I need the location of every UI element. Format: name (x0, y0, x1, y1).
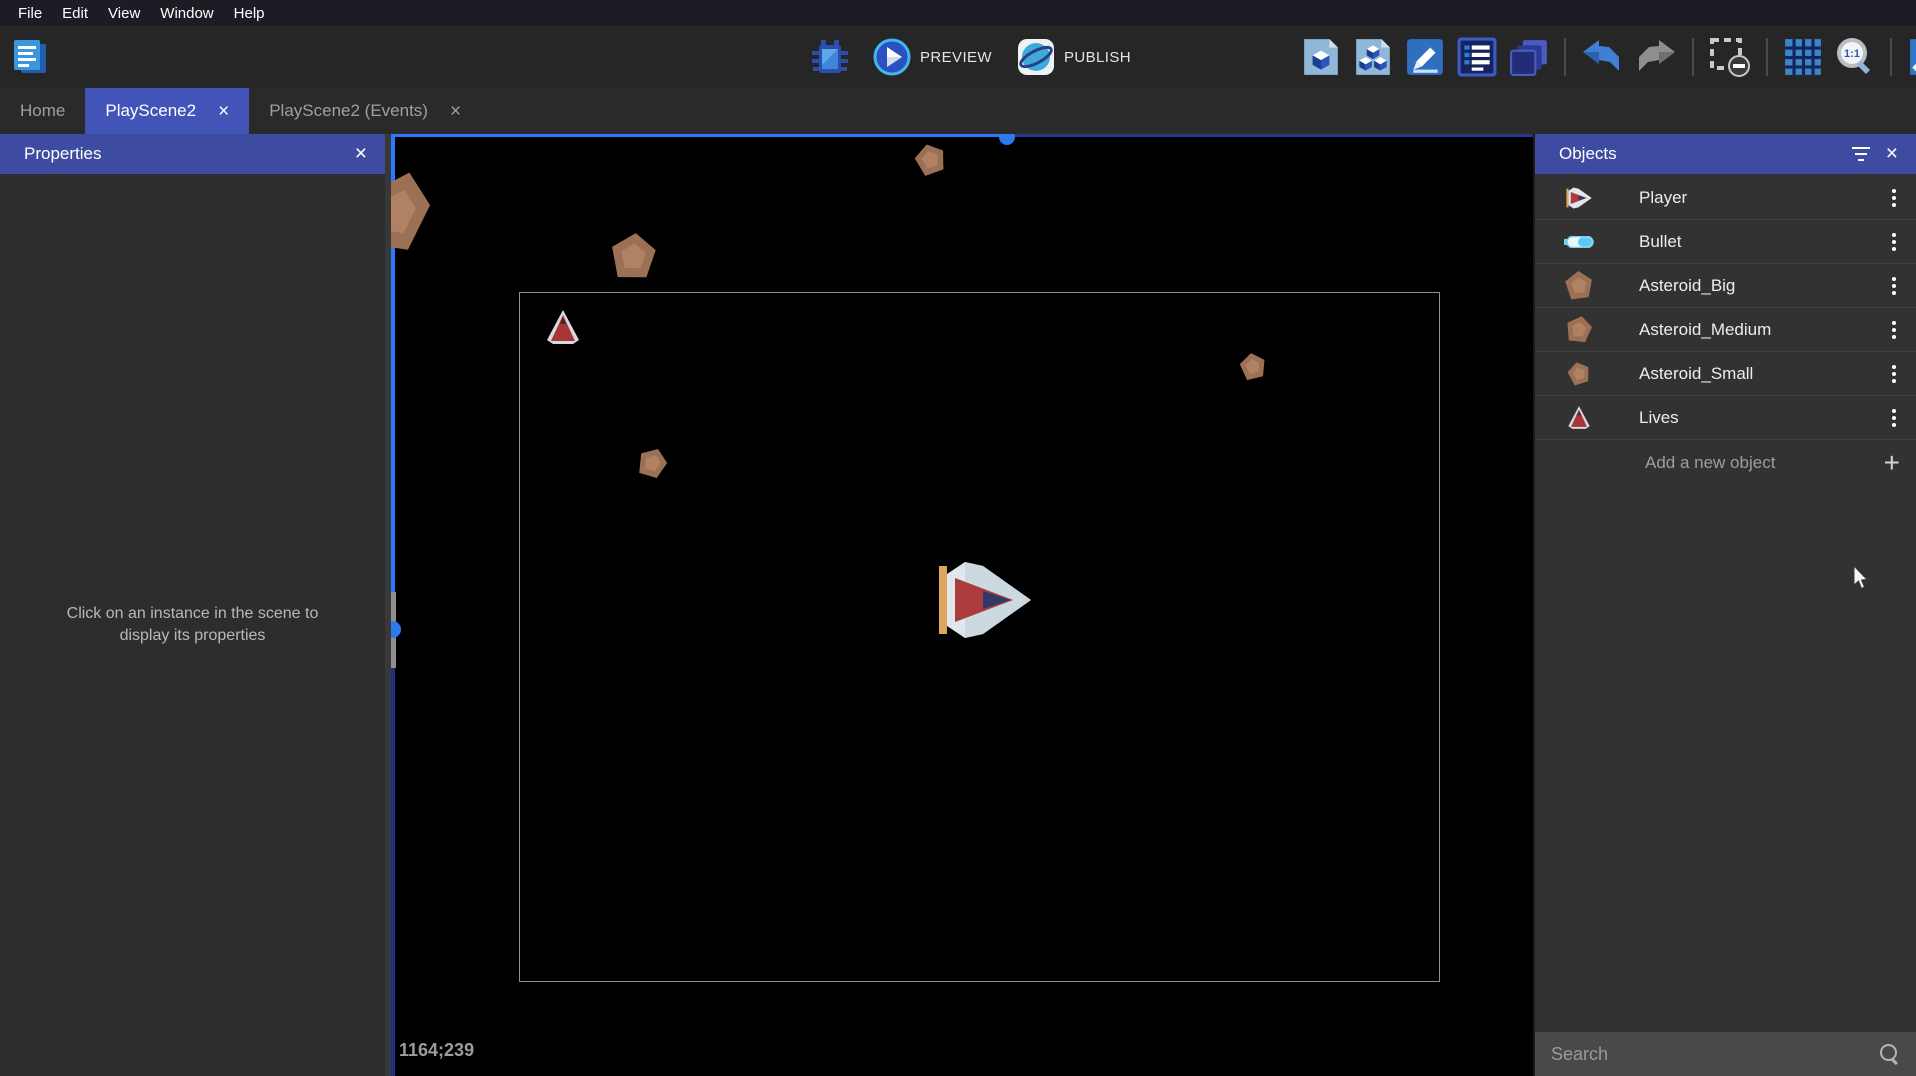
player-ship-icon (1561, 187, 1597, 209)
asteroid-instance[interactable] (391, 163, 442, 261)
properties-empty-message: Click on an instance in the scene to dis… (43, 603, 343, 648)
preview-button[interactable]: PREVIEW (872, 37, 992, 77)
object-menu-icon[interactable] (1888, 361, 1900, 387)
tab-home[interactable]: Home (0, 88, 85, 134)
asteroid-small-icon (1561, 362, 1597, 385)
add-new-object-label: Add a new object (1645, 453, 1775, 473)
play-icon (872, 37, 912, 77)
cursor-coordinates: 1164;239 (399, 1040, 474, 1061)
toolbar-separator (1692, 38, 1694, 76)
object-row-player[interactable]: Player (1535, 176, 1916, 220)
object-menu-icon[interactable] (1888, 229, 1900, 255)
asteroid-instance[interactable] (606, 230, 661, 283)
close-tab-icon[interactable]: × (450, 102, 461, 121)
project-manager-icon[interactable] (10, 36, 50, 78)
close-panel-icon[interactable]: × (355, 142, 367, 166)
object-menu-icon[interactable] (1888, 317, 1900, 343)
publish-label: PUBLISH (1064, 49, 1131, 66)
object-menu-icon[interactable] (1888, 405, 1900, 431)
debugger-tools-icon[interactable] (1907, 37, 1916, 77)
grid-icon[interactable] (1783, 37, 1823, 77)
tab-bar: Home PlayScene2 × PlayScene2 (Events) × (0, 88, 1916, 134)
search-input[interactable] (1551, 1044, 1878, 1065)
svg-text:1:1: 1:1 (1844, 48, 1860, 60)
selection-edge-top (391, 134, 1012, 137)
objects-editor-icon[interactable] (1301, 37, 1341, 77)
object-menu-icon[interactable] (1888, 185, 1900, 211)
object-row-asteroid-medium[interactable]: Asteroid_Medium (1535, 308, 1916, 352)
instances-list-icon[interactable] (1457, 37, 1497, 77)
toolbar-separator (1766, 38, 1768, 76)
search-icon[interactable] (1878, 1043, 1900, 1065)
object-row-asteroid-big[interactable]: Asteroid_Big (1535, 264, 1916, 308)
deselect-icon[interactable] (1709, 37, 1751, 77)
selection-handle-left[interactable] (391, 621, 401, 638)
object-name: Asteroid_Big (1639, 276, 1735, 296)
player-instance[interactable] (939, 560, 1031, 640)
bullet-icon (1561, 236, 1597, 248)
redo-icon[interactable] (1635, 39, 1677, 75)
asteroid-medium-icon (1561, 316, 1597, 343)
objects-search-bar (1535, 1032, 1916, 1076)
object-groups-icon[interactable] (1353, 37, 1393, 77)
mouse-cursor (1853, 566, 1871, 590)
tab-playscene2-events-label: PlayScene2 (Events) (269, 101, 428, 121)
zoom-1-1-icon[interactable]: 1:1 (1835, 37, 1875, 77)
selection-handle-top[interactable] (999, 134, 1015, 145)
asteroid-instance[interactable] (911, 141, 950, 178)
preview-label: PREVIEW (920, 49, 992, 66)
lives-instance[interactable] (545, 310, 581, 344)
object-name: Bullet (1639, 232, 1682, 252)
edit-properties-icon[interactable] (1405, 37, 1445, 77)
close-tab-icon[interactable]: × (218, 102, 229, 121)
debug-icon[interactable] (812, 38, 848, 76)
layers-icon[interactable] (1509, 37, 1549, 77)
properties-panel: Properties × Click on an instance in the… (0, 134, 385, 1076)
menu-bar: File Edit View Window Help (0, 0, 1916, 26)
menu-edit[interactable]: Edit (52, 5, 98, 22)
object-row-asteroid-small[interactable]: Asteroid_Small (1535, 352, 1916, 396)
plus-icon[interactable]: + (1884, 449, 1900, 477)
publish-button[interactable]: PUBLISH (1016, 37, 1131, 77)
menu-file[interactable]: File (8, 5, 52, 22)
object-name: Asteroid_Medium (1639, 320, 1771, 340)
object-name: Lives (1639, 408, 1679, 428)
properties-panel-title: Properties (24, 144, 101, 164)
selection-edge-left-lower (391, 668, 395, 1076)
tab-playscene2-label: PlayScene2 (105, 101, 196, 121)
undo-icon[interactable] (1581, 39, 1623, 75)
tab-home-label: Home (20, 101, 65, 121)
publish-globe-icon (1016, 37, 1056, 77)
objects-panel: Objects × Player (1533, 134, 1916, 1076)
objects-panel-title: Objects (1559, 144, 1617, 164)
object-name: Player (1639, 188, 1687, 208)
toolbar: PREVIEW PUBLISH (0, 26, 1916, 88)
gdevelop-window: File Edit View Window Help (0, 0, 1916, 1076)
object-row-bullet[interactable]: Bullet (1535, 220, 1916, 264)
lives-ship-icon (1561, 406, 1597, 429)
selection-edge-top-right (1012, 134, 1533, 137)
add-new-object-button[interactable]: Add a new object + (1535, 440, 1916, 486)
tab-playscene2-events[interactable]: PlayScene2 (Events) × (249, 88, 481, 134)
filter-icon[interactable] (1852, 147, 1870, 161)
scene-editor-canvas[interactable]: 1164;239 (391, 134, 1533, 1076)
menu-help[interactable]: Help (224, 5, 275, 22)
menu-window[interactable]: Window (150, 5, 223, 22)
asteroid-big-icon (1561, 271, 1597, 300)
close-panel-icon[interactable]: × (1886, 142, 1898, 166)
toolbar-separator (1564, 38, 1566, 76)
menu-view[interactable]: View (98, 5, 150, 22)
tab-playscene2[interactable]: PlayScene2 × (85, 88, 249, 134)
object-name: Asteroid_Small (1639, 364, 1753, 384)
object-row-lives[interactable]: Lives (1535, 396, 1916, 440)
object-menu-icon[interactable] (1888, 273, 1900, 299)
toolbar-separator (1890, 38, 1892, 76)
